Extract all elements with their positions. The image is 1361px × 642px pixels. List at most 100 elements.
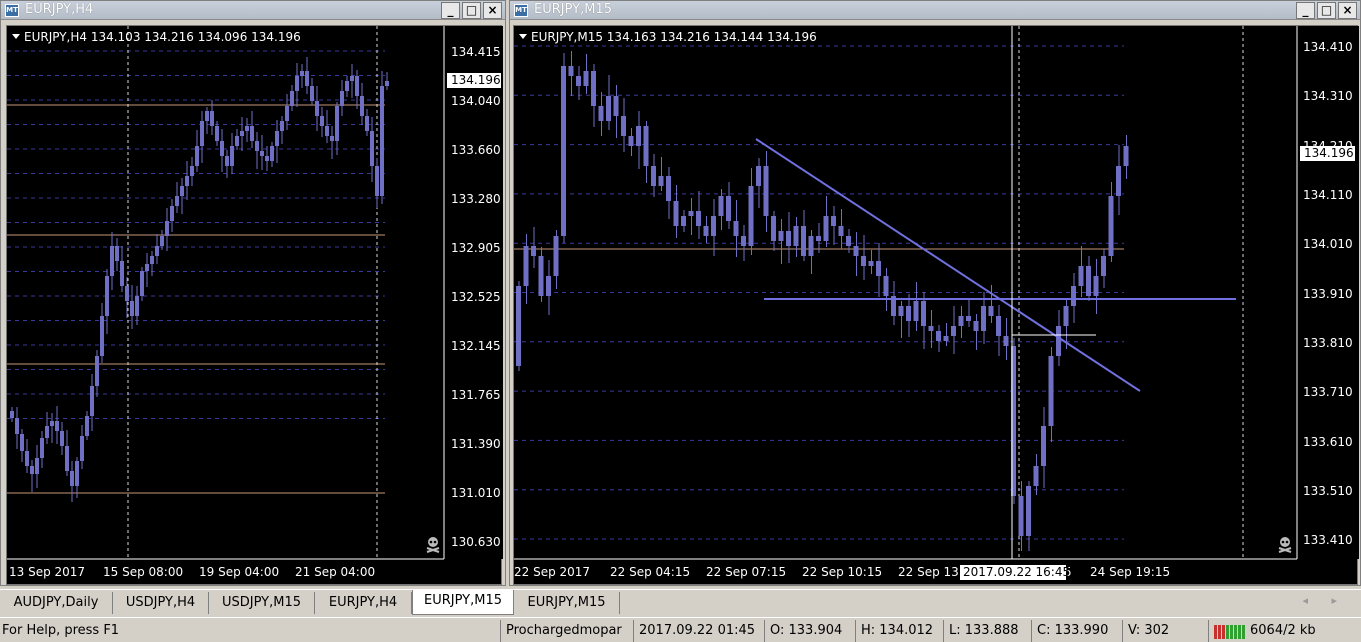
candle-body [801, 226, 806, 256]
candle-body [285, 106, 289, 121]
tab-eurjpy-m15[interactable]: EURJPY,M15 [514, 592, 620, 614]
price-label: 133.510 [1303, 484, 1353, 498]
connection-status[interactable]: 6064/2 kb [1208, 620, 1361, 642]
candle-body [190, 166, 194, 176]
candle-body [951, 326, 956, 336]
candle-body [973, 321, 979, 331]
candle-body [25, 451, 29, 466]
close-button[interactable]: × [1338, 2, 1357, 19]
candle-body [748, 186, 754, 246]
price-label: 131.390 [451, 437, 501, 451]
tab-eurjpy-h4[interactable]: EURJPY,H4 [315, 592, 412, 614]
triangle-down-icon[interactable] [12, 34, 20, 39]
candle-body [260, 151, 264, 156]
window-titlebar[interactable]: MT EURJPY,M15 _ □ × [510, 1, 1360, 20]
candle-body [325, 126, 329, 136]
chart-canvas[interactable]: 134.415 134.040 133.660 133.280 132.905 … [7, 26, 503, 586]
candle-body [613, 96, 619, 116]
candle-body [80, 436, 84, 461]
candle-body [320, 116, 324, 126]
candle-body [210, 111, 214, 126]
candle-body [1003, 336, 1009, 346]
chart-canvas[interactable]: 134.410 134.310 134.210 134.110 134.010 … [514, 26, 1359, 586]
time-label: 22 Sep 2017 [514, 565, 590, 579]
price-chart[interactable]: 134.410 134.310 134.210 134.110 134.010 … [513, 25, 1359, 586]
candle-body [621, 116, 626, 136]
price-chart[interactable]: 134.415 134.040 133.660 133.280 132.905 … [6, 25, 503, 586]
tab-scroll-arrows[interactable]: ◂ ▸ [1302, 594, 1347, 607]
candle-body [155, 246, 159, 256]
candle-body [90, 386, 94, 416]
candle-body [225, 156, 229, 166]
price-label: 133.410 [1303, 533, 1353, 547]
candle-body [105, 276, 109, 316]
candle-body [15, 418, 19, 434]
candle-body [906, 306, 911, 321]
chart-window-eurjpy-m15[interactable]: MT EURJPY,M15 _ □ × 134.410 134.310 134.… [509, 0, 1361, 586]
candle-body [1041, 426, 1046, 466]
chart-info-line: EURJPY,H4 134.103 134.216 134.096 134.19… [24, 30, 301, 44]
candle-body [195, 146, 199, 166]
trendline[interactable] [755, 138, 1141, 392]
candle-body [531, 246, 536, 256]
candle-body [40, 438, 44, 458]
candle-body [330, 136, 334, 141]
candle-body [711, 216, 716, 236]
candle-body [120, 261, 124, 286]
candle-body [270, 146, 274, 161]
candle-body [375, 166, 379, 196]
price-label: 132.905 [451, 241, 501, 255]
minimize-button[interactable]: _ [1296, 2, 1315, 19]
candle-body [275, 131, 279, 146]
candle-body [741, 236, 746, 246]
chart-window-eurjpy-h4[interactable]: MT EURJPY,H4 _ □ × 134.415 134.040 133.6… [0, 0, 506, 586]
candle-body [10, 411, 14, 418]
candle-body [681, 216, 686, 226]
skull-icon [1278, 537, 1292, 553]
candle-body [1108, 196, 1114, 256]
candle-body [150, 256, 154, 264]
maximize-button[interactable]: □ [462, 2, 481, 19]
candle-body [250, 126, 254, 141]
candle-body [568, 66, 574, 76]
candle-body [305, 71, 309, 86]
time-label: 13 Sep 2017 [9, 565, 85, 579]
candle-body [943, 336, 949, 341]
candle-body [1026, 486, 1031, 536]
candle-body [380, 86, 384, 196]
candle-body [1056, 326, 1061, 356]
candle-body [240, 131, 244, 136]
price-label: 131.010 [451, 486, 501, 500]
window-titlebar[interactable]: MT EURJPY,H4 _ □ × [1, 1, 505, 20]
candle-body [763, 166, 769, 216]
help-text: For Help, press F1 [2, 623, 120, 638]
candle-body [868, 261, 874, 266]
candle-body [921, 301, 926, 326]
candle-body [853, 246, 859, 256]
candle-body [385, 81, 389, 86]
tab-eurjpy-m15-active[interactable]: EURJPY,M15 [412, 590, 514, 615]
candle-body [793, 226, 799, 246]
candle-body [913, 301, 919, 321]
candle-body [115, 246, 119, 261]
minimize-button[interactable]: _ [441, 2, 460, 19]
candle-body [55, 421, 59, 431]
window-title: EURJPY,H4 [25, 2, 94, 17]
candle-body [628, 136, 634, 146]
candle-body [145, 264, 149, 271]
price-label: 134.040 [451, 94, 501, 108]
tab-usdjpy-h4[interactable]: USDJPY,H4 [113, 592, 209, 614]
candle-body [576, 76, 581, 86]
time-axis-labels: 22 Sep 2017 22 Sep 04:15 22 Sep 07:15 22… [514, 565, 1170, 579]
bar-volume: V: 302 [1122, 620, 1208, 642]
status-bar: For Help, press F1 Prochargedmopar 2017.… [0, 617, 1361, 642]
close-button[interactable]: × [483, 2, 502, 19]
maximize-button[interactable]: □ [1317, 2, 1336, 19]
tab-audjpy-daily[interactable]: AUDJPY,Daily [0, 592, 113, 614]
tab-usdjpy-m15[interactable]: USDJPY,M15 [209, 592, 315, 614]
candle-body [140, 271, 144, 296]
candle-body [370, 131, 374, 166]
triangle-down-icon[interactable] [519, 34, 527, 39]
time-label: 22 Sep 04:15 [610, 565, 690, 579]
time-axis-labels: 13 Sep 2017 15 Sep 08:00 19 Sep 04:00 21… [9, 565, 375, 579]
